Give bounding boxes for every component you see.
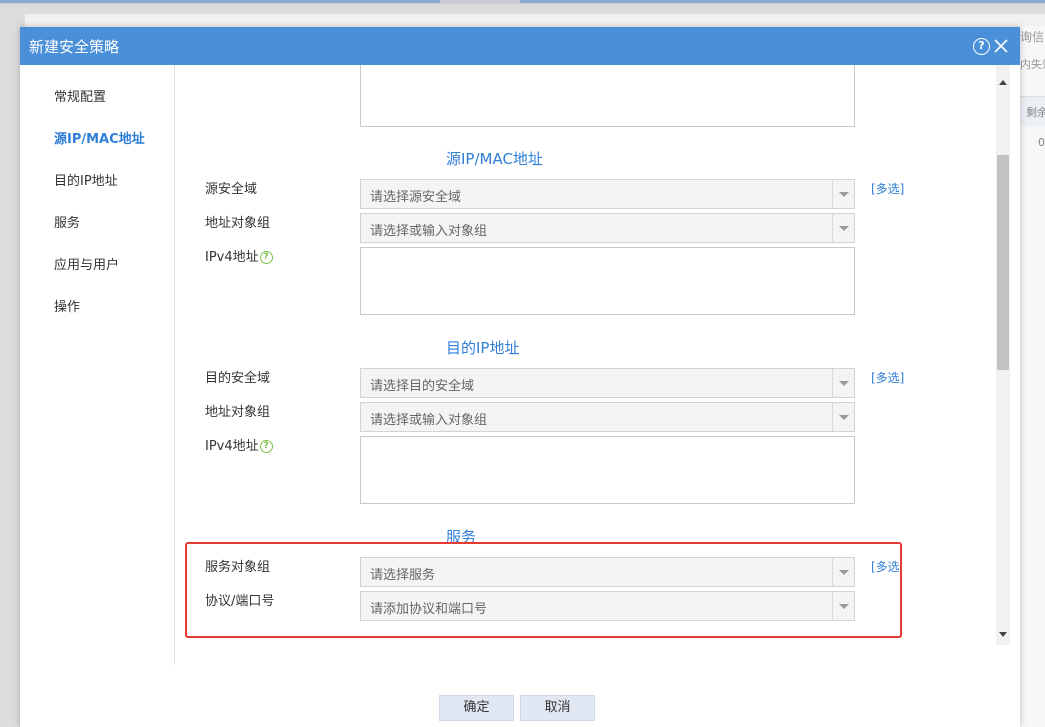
background-tab-bar — [520, 0, 1045, 3]
scroll-up-icon[interactable] — [999, 80, 1007, 85]
background-table-header-text: 剩余 — [1026, 106, 1045, 119]
source-zone-multi-select-link[interactable]: [多选] — [871, 180, 904, 197]
background-topbar — [0, 0, 1045, 4]
source-addr-group-placeholder: 请选择或输入对象组 — [370, 224, 488, 239]
source-ipv4-label-text: IPv4地址 — [205, 250, 259, 265]
background-text: 内失效 — [1020, 58, 1045, 71]
service-multi-select-link[interactable]: [多选 — [871, 558, 900, 575]
chevron-down-icon[interactable] — [832, 403, 854, 431]
service-group-placeholder: 请选择服务 — [370, 568, 436, 583]
section-title-source: 源IP/MAC地址 — [446, 150, 543, 168]
background-tab-bar — [0, 0, 440, 3]
background-table-cell: 0 — [1038, 136, 1045, 149]
dest-zone-select[interactable]: 请选择目的安全域 — [360, 368, 855, 398]
service-group-label: 服务对象组 — [205, 560, 271, 575]
source-zone-select[interactable]: 请选择源安全域 — [360, 179, 855, 209]
ok-button[interactable]: 确定 — [439, 695, 514, 721]
scroll-down-icon[interactable] — [999, 632, 1007, 637]
protocol-port-select[interactable]: 请添加协议和端口号 — [360, 591, 855, 621]
protocol-port-placeholder: 请添加协议和端口号 — [370, 602, 488, 617]
section-title-dest: 目的IP地址 — [446, 339, 520, 357]
sidebar-item-service[interactable]: 服务 — [54, 212, 80, 231]
sidebar-nav: 常规配置 源IP/MAC地址 目的IP地址 服务 应用与用户 操作 — [20, 65, 175, 665]
source-ipv4-textarea[interactable] — [360, 247, 855, 315]
close-icon[interactable] — [992, 37, 1010, 55]
dest-addr-group-select[interactable]: 请选择或输入对象组 — [360, 402, 855, 432]
protocol-port-label: 协议/端口号 — [205, 594, 275, 609]
new-security-policy-dialog: 新建安全策略 ? 常规配置 源IP/MAC地址 目的IP地址 服务 应用与用户 … — [20, 27, 1020, 727]
dest-zone-label: 目的安全域 — [205, 371, 271, 386]
sidebar-item-general[interactable]: 常规配置 — [54, 86, 106, 105]
dialog-header: 新建安全策略 ? — [20, 27, 1020, 65]
chevron-down-icon[interactable] — [832, 180, 854, 208]
description-textarea[interactable] — [360, 65, 855, 127]
section-title-service: 服务 — [446, 528, 477, 546]
vertical-scrollbar[interactable] — [996, 65, 1010, 645]
dest-addr-group-label: 地址对象组 — [205, 405, 271, 420]
source-zone-label: 源安全域 — [205, 182, 258, 197]
sidebar-item-action[interactable]: 操作 — [54, 296, 80, 315]
source-ipv4-label: IPv4地址? — [205, 246, 273, 265]
dest-zone-multi-select-link[interactable]: [多选] — [871, 369, 904, 386]
sidebar-item-source-ip-mac[interactable]: 源IP/MAC地址 — [54, 128, 145, 147]
dest-ipv4-label: IPv4地址? — [205, 435, 273, 454]
chevron-down-icon[interactable] — [832, 369, 854, 397]
help-icon[interactable]: ? — [973, 38, 990, 55]
sidebar-item-dest-ip[interactable]: 目的IP地址 — [54, 170, 118, 189]
source-addr-group-select[interactable]: 请选择或输入对象组 — [360, 213, 855, 243]
help-question-icon[interactable]: ? — [259, 251, 273, 264]
background-text: 询信 — [1020, 30, 1045, 44]
form-content: 源IP/MAC地址 源安全域 请选择源安全域 [多选] 地址对象组 请选择或输入… — [176, 65, 996, 665]
service-group-select[interactable]: 请选择服务 — [360, 557, 855, 587]
chevron-down-icon[interactable] — [832, 214, 854, 242]
chevron-down-icon[interactable] — [832, 558, 854, 586]
dest-ipv4-textarea[interactable] — [360, 436, 855, 504]
source-zone-placeholder: 请选择源安全域 — [370, 190, 462, 205]
dialog-title: 新建安全策略 — [29, 38, 120, 56]
background-right-panel: 询信 内失效 剩余 0 — [1020, 26, 1045, 727]
scrollbar-thumb[interactable] — [997, 155, 1009, 370]
source-addr-group-label: 地址对象组 — [205, 216, 271, 231]
dest-zone-placeholder: 请选择目的安全域 — [370, 379, 475, 394]
help-question-icon[interactable]: ? — [259, 440, 273, 453]
dest-addr-group-placeholder: 请选择或输入对象组 — [370, 413, 488, 428]
dest-ipv4-label-text: IPv4地址 — [205, 439, 259, 454]
sidebar-item-app-user[interactable]: 应用与用户 — [54, 254, 119, 273]
chevron-down-icon[interactable] — [832, 592, 854, 620]
cancel-button[interactable]: 取消 — [520, 695, 595, 721]
